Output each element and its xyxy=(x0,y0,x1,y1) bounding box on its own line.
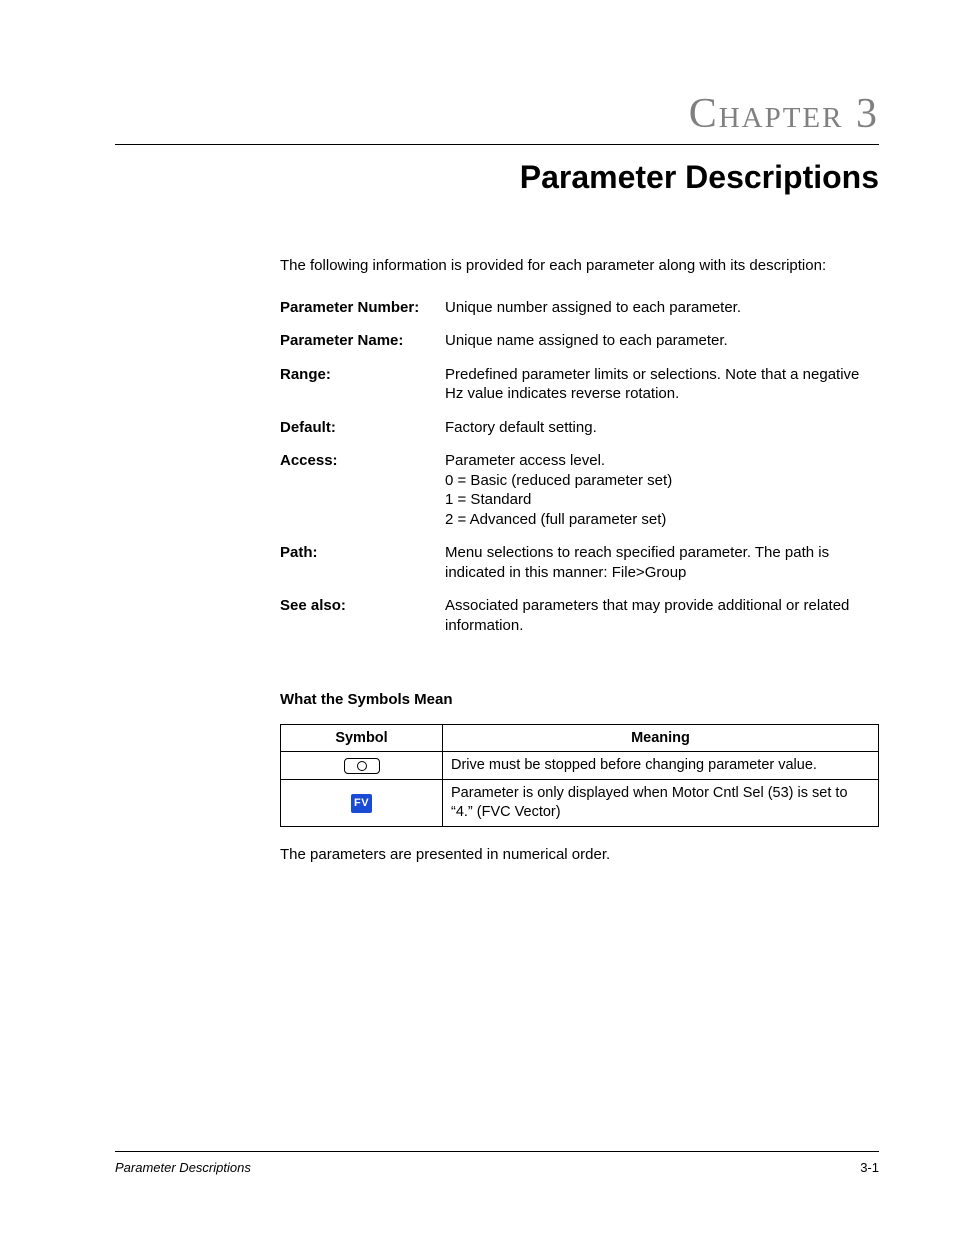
definition-row: Path:Menu selections to reach specified … xyxy=(280,543,879,582)
meaning-cell: Drive must be stopped before changing pa… xyxy=(443,752,879,780)
closing-text: The parameters are presented in numerica… xyxy=(280,845,879,865)
definition-row: Range:Predefined parameter limits or sel… xyxy=(280,365,879,404)
chapter-label: Chapter 3 xyxy=(115,90,879,138)
definition-value: Menu selections to reach specified param… xyxy=(445,543,879,582)
definition-value: Parameter access level. 0 = Basic (reduc… xyxy=(445,451,879,529)
definition-value: Unique number assigned to each parameter… xyxy=(445,298,879,318)
content: The following information is provided fo… xyxy=(280,256,879,864)
definition-value: Factory default setting. xyxy=(445,418,879,438)
definition-value: Predefined parameter limits or selection… xyxy=(445,365,879,404)
table-row: FV Parameter is only displayed when Motor… xyxy=(281,780,879,827)
intro-text: The following information is provided fo… xyxy=(280,256,879,276)
page: Chapter 3 Parameter Descriptions The fol… xyxy=(0,0,954,1235)
meaning-cell: Parameter is only displayed when Motor C… xyxy=(443,780,879,827)
definition-label: See also: xyxy=(280,596,445,616)
symbols-table: Symbol Meaning Drive must be stopped bef… xyxy=(280,724,879,827)
definition-value: Unique name assigned to each parameter. xyxy=(445,331,879,351)
symbols-col-meaning: Meaning xyxy=(443,724,879,752)
chapter-label-text: Chapter 3 xyxy=(689,91,879,137)
definition-label: Path: xyxy=(280,543,445,563)
symbols-col-symbol: Symbol xyxy=(281,724,443,752)
footer-rule xyxy=(115,1151,879,1152)
page-title: Parameter Descriptions xyxy=(115,159,879,196)
definition-row: Parameter Name:Unique name assigned to e… xyxy=(280,331,879,351)
table-row: Drive must be stopped before changing pa… xyxy=(281,752,879,780)
symbol-cell: FV xyxy=(281,780,443,827)
definition-label: Parameter Number: xyxy=(280,298,445,318)
symbols-heading: What the Symbols Mean xyxy=(280,690,879,710)
definition-label: Range: xyxy=(280,365,445,385)
definition-row: Parameter Number:Unique number assigned … xyxy=(280,298,879,318)
definition-row: Access:Parameter access level. 0 = Basic… xyxy=(280,451,879,529)
symbol-cell xyxy=(281,752,443,780)
definition-row: Default:Factory default setting. xyxy=(280,418,879,438)
definition-row: See also:Associated parameters that may … xyxy=(280,596,879,635)
footer-left: Parameter Descriptions xyxy=(115,1160,251,1175)
footer-right: 3-1 xyxy=(860,1160,879,1175)
stop-icon xyxy=(344,758,380,774)
fv-icon: FV xyxy=(351,794,372,812)
footer: Parameter Descriptions 3-1 xyxy=(115,1151,879,1175)
header-rule xyxy=(115,144,879,145)
definition-value: Associated parameters that may provide a… xyxy=(445,596,879,635)
definition-label: Parameter Name: xyxy=(280,331,445,351)
definition-label: Default: xyxy=(280,418,445,438)
definitions-list: Parameter Number:Unique number assigned … xyxy=(280,298,879,636)
definition-label: Access: xyxy=(280,451,445,471)
